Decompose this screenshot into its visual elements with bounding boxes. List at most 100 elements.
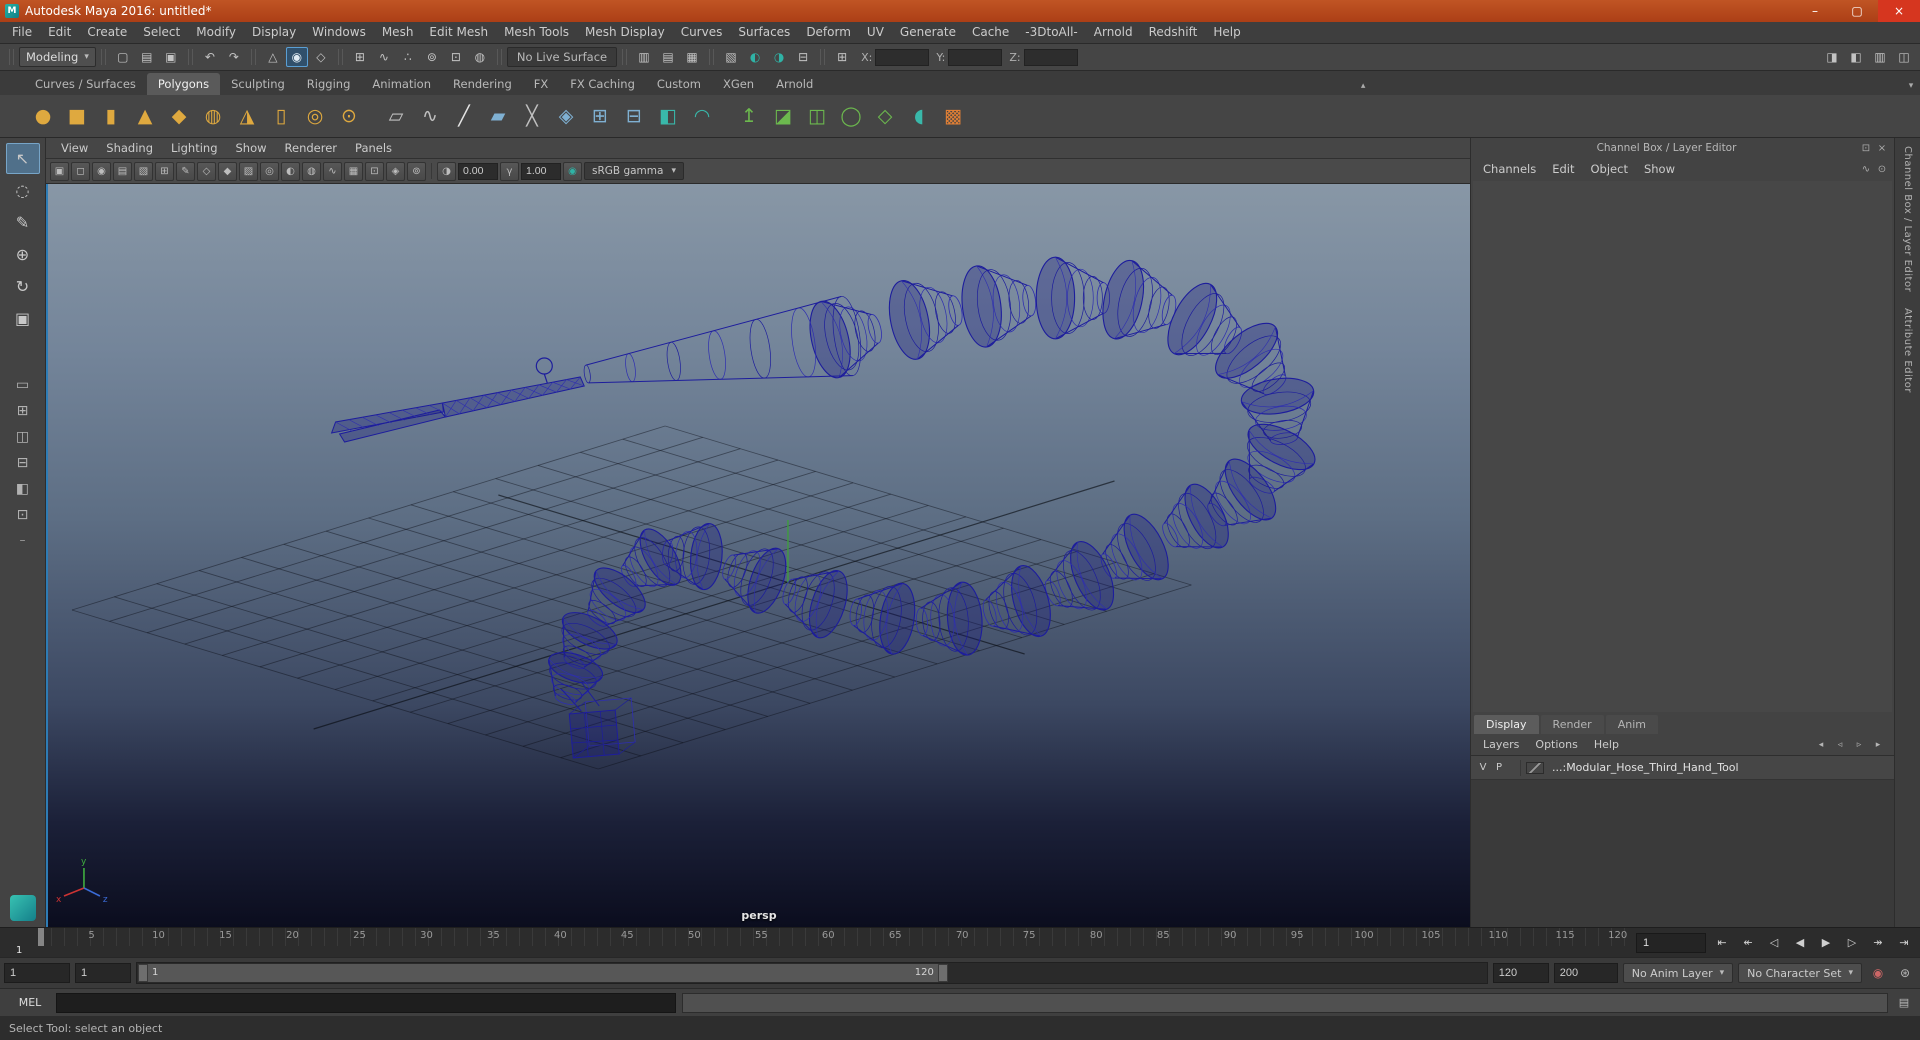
menu-set-dropdown[interactable]: Modeling ▾ (19, 47, 96, 67)
shelf-tab-arnold[interactable]: Arnold (765, 73, 824, 95)
viewport-select-camera-icon[interactable]: ▣ (50, 161, 69, 181)
titlebar[interactable]: M Autodesk Maya 2016: untitled* – ▢ × (0, 0, 1920, 22)
rotate-tool[interactable]: ↻ (6, 271, 40, 302)
shelf-tab-fx-caching[interactable]: FX Caching (559, 73, 646, 95)
select-by-object-icon[interactable]: ◉ (285, 47, 308, 67)
play-forwards-button[interactable]: ▶ (1814, 933, 1838, 953)
shelf-menu-icon[interactable]: ▾ (1902, 77, 1920, 95)
layer-type-cell[interactable] (1507, 759, 1521, 776)
viewport-menu-item[interactable]: Shading (97, 141, 162, 155)
command-input[interactable] (56, 992, 676, 1013)
pin-icon[interactable]: ⊙ (1874, 161, 1890, 177)
menu-item[interactable]: Curves (673, 22, 731, 43)
group-grip[interactable] (9, 49, 14, 65)
group-grip[interactable] (187, 49, 193, 65)
render-current-frame-icon[interactable]: ◐ (744, 47, 766, 67)
shelf-append-polygon-icon[interactable]: ◇ (869, 99, 901, 133)
range-start-handle[interactable] (138, 964, 148, 982)
viewport-image-plane-icon[interactable]: ▧ (134, 161, 153, 181)
layout-four-pane[interactable]: ⊞ (8, 399, 38, 423)
menu-item[interactable]: Display (244, 22, 304, 43)
menu-item[interactable]: Mesh Tools (496, 22, 577, 43)
viewport-menu-item[interactable]: Show (227, 141, 276, 155)
viewport-menu-item[interactable]: Lighting (162, 141, 226, 155)
y-coordinate-field[interactable] (948, 48, 1003, 66)
range-slider-bar[interactable]: 1 120 (138, 964, 948, 982)
channel-menu-item[interactable]: Show (1636, 162, 1683, 176)
auto-keyframe-icon[interactable]: ◉ (1867, 963, 1889, 983)
step-forward-frame-button[interactable]: ▷ (1840, 933, 1864, 953)
shelf-target-weld-icon[interactable]: ◈ (550, 99, 582, 133)
open-scene-icon[interactable]: ▤ (136, 47, 158, 67)
gamma-icon[interactable]: γ (500, 161, 519, 181)
layer-row[interactable]: V P ...:Modular_Hose_Third_Hand_Tool (1471, 756, 1894, 780)
animation-end-field[interactable] (1553, 963, 1618, 983)
view-transform-dropdown[interactable]: sRGB gamma ▾ (584, 162, 684, 180)
layer-list[interactable]: V P ...:Modular_Hose_Third_Hand_Tool (1471, 755, 1894, 927)
layer-toolbar-icon-1[interactable]: ◂ (1813, 738, 1829, 752)
shelf-poly-disc-icon[interactable]: ⊙ (333, 99, 365, 133)
layout-persp-outliner[interactable]: ◧ (8, 477, 38, 501)
render-settings-icon[interactable]: ⊟ (792, 47, 814, 67)
viewport-shadows-icon[interactable]: ◐ (281, 161, 300, 181)
shelf-bevel-icon[interactable]: ◪ (767, 99, 799, 133)
current-frame-field[interactable] (1636, 932, 1706, 953)
command-results-field[interactable] (682, 992, 1888, 1013)
step-forward-key-button[interactable]: ↠ (1866, 933, 1890, 953)
exposure-icon[interactable]: ◑ (437, 161, 456, 181)
viewport-smooth-shade-icon[interactable]: ◆ (218, 161, 237, 181)
shelf-poly-helix-icon[interactable]: ◍ (197, 99, 229, 133)
shelf-tab-sculpting[interactable]: Sculpting (220, 73, 296, 95)
group-grip[interactable] (496, 49, 502, 65)
open-render-view-icon[interactable]: ▧ (720, 47, 742, 67)
menu-item[interactable]: Edit Mesh (421, 22, 496, 43)
float-panel-icon[interactable]: ⊡ (1858, 140, 1874, 156)
group-grip[interactable] (337, 49, 343, 65)
viewport-menu-item[interactable]: View (52, 141, 97, 155)
layer-playback-toggle[interactable]: P (1491, 762, 1507, 773)
save-scene-icon[interactable]: ▣ (160, 47, 182, 67)
viewport-canvas[interactable]: y x z persp (46, 184, 1470, 927)
layer-menu-item[interactable]: Help (1586, 738, 1627, 751)
group-grip[interactable] (250, 49, 256, 65)
snap-to-grids-icon[interactable]: ⊞ (349, 47, 371, 67)
shelf-poly-sphere-icon[interactable]: ● (27, 99, 59, 133)
layer-name[interactable]: ...:Modular_Hose_Third_Hand_Tool (1549, 761, 1739, 774)
shelf-sweep-mesh-icon[interactable]: ∿ (414, 99, 446, 133)
shelf-type-tool-icon[interactable]: ▱ (380, 99, 412, 133)
undo-icon[interactable]: ↶ (199, 47, 221, 67)
shelf-poly-cylinder-icon[interactable]: ▮ (95, 99, 127, 133)
exposure-field[interactable] (458, 162, 498, 180)
viewport-lock-camera-icon[interactable]: ◻ (71, 161, 90, 181)
side-tab-attribute-editor[interactable]: Attribute Editor (1902, 308, 1913, 393)
go-to-start-button[interactable]: ⇤ (1710, 933, 1734, 953)
playhead[interactable] (38, 928, 44, 946)
shelf-pencil-curve-icon[interactable]: ╱ (448, 99, 480, 133)
step-back-frame-button[interactable]: ◁ (1762, 933, 1786, 953)
live-surface-field[interactable]: No Live Surface (506, 47, 618, 67)
playback-start-field[interactable] (75, 963, 131, 983)
redo-icon[interactable]: ↷ (223, 47, 245, 67)
shelf-poly-torus-icon[interactable]: ◎ (299, 99, 331, 133)
layout-two-pane-side[interactable]: ◫ (8, 425, 38, 449)
shelf-tab-animation[interactable]: Animation (361, 73, 442, 95)
select-by-hierarchy-icon[interactable]: △ (262, 47, 284, 67)
shelf-bridge-icon[interactable]: ◫ (801, 99, 833, 133)
layer-tab-render[interactable]: Render (1540, 715, 1604, 734)
viewport-menu-item[interactable]: Renderer (276, 141, 347, 155)
select-by-component-icon[interactable]: ◇ (310, 47, 332, 67)
channel-menu-item[interactable]: Channels (1475, 162, 1544, 176)
shelf-poly-cone-icon[interactable]: ▲ (129, 99, 161, 133)
shelf-mirror-icon[interactable]: ◧ (652, 99, 684, 133)
scale-tool[interactable]: ▣ (6, 303, 40, 334)
maximize-button[interactable]: ▢ (1836, 0, 1878, 22)
script-editor-icon[interactable]: ▤ (1892, 993, 1916, 1013)
viewport-wireframe-icon[interactable]: ◇ (197, 161, 216, 181)
shelf-tab-polygons[interactable]: Polygons (146, 73, 221, 95)
construction-history-icon[interactable]: ▦ (681, 47, 703, 67)
make-live-icon[interactable]: ◍ (469, 47, 491, 67)
snap-to-points-icon[interactable]: ∴ (397, 47, 419, 67)
layer-color-swatch[interactable] (1526, 761, 1544, 774)
shelf-poly-pipe-icon[interactable]: ▯ (265, 99, 297, 133)
shelf-combine-icon[interactable]: ⊞ (584, 99, 616, 133)
